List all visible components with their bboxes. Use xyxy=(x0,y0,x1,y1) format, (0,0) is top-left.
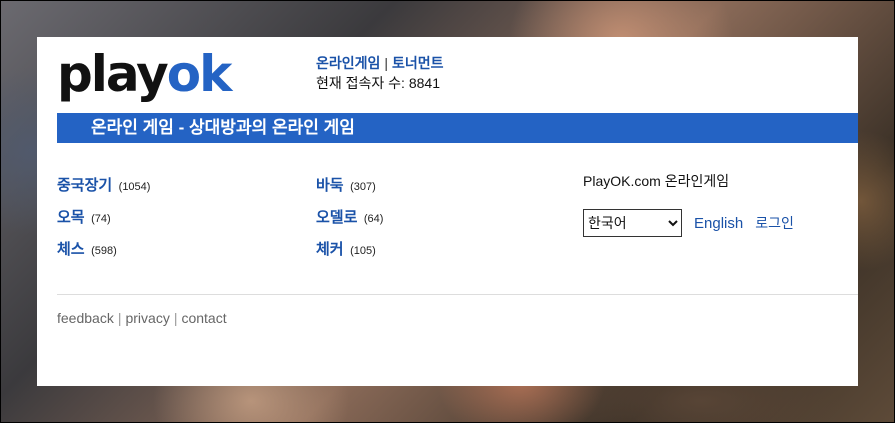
game-item: 체스 (598) xyxy=(57,238,150,270)
game-player-count: (307) xyxy=(350,181,376,193)
game-player-count: (1054) xyxy=(118,181,151,193)
game-player-count: (64) xyxy=(363,213,384,225)
header-links: 온라인게임 | 토너먼트 현재 접속자 수: 8841 xyxy=(316,53,444,93)
game-item: 바둑 (307) xyxy=(316,174,383,206)
game-link-go[interactable]: 바둑 xyxy=(316,177,344,194)
site-title: PlayOK.com 온라인게임 xyxy=(583,173,730,189)
logo-play-text: play xyxy=(57,45,169,103)
games-column-2: 바둑 (307) 오델로 (64) 체커 (105) xyxy=(316,174,383,270)
game-item: 오목 (74) xyxy=(57,206,150,238)
game-link-checkers[interactable]: 체커 xyxy=(316,241,344,258)
online-users-count: 현재 접속자 수: 8841 xyxy=(316,75,440,91)
game-link-xiangqi[interactable]: 중국장기 xyxy=(57,177,112,194)
game-item: 오델로 (64) xyxy=(316,206,383,238)
game-player-count: (105) xyxy=(350,245,376,257)
game-item: 체커 (105) xyxy=(316,238,383,270)
side-panel: PlayOK.com 온라인게임 한국어 English 로그인 xyxy=(583,171,794,237)
page-title-banner: 온라인 게임 - 상대방과의 온라인 게임 xyxy=(57,113,858,143)
feedback-link[interactable]: feedback xyxy=(57,310,114,326)
tournament-link[interactable]: 토너먼트 xyxy=(392,55,444,71)
language-controls: 한국어 English 로그인 xyxy=(583,209,794,237)
games-column-1: 중국장기 (1054) 오목 (74) 체스 (598) xyxy=(57,174,150,270)
logo-ok-text: ok xyxy=(166,45,233,103)
game-player-count: (598) xyxy=(91,245,117,257)
english-link[interactable]: English xyxy=(694,215,743,232)
footer-links: feedback | privacy | contact xyxy=(57,310,227,326)
page-title: 온라인 게임 - 상대방과의 온라인 게임 xyxy=(91,118,355,137)
footer-divider xyxy=(57,294,858,295)
game-link-reversi[interactable]: 오델로 xyxy=(316,209,357,226)
contact-link[interactable]: contact xyxy=(181,310,226,326)
footer-separator: | xyxy=(117,310,122,326)
language-select[interactable]: 한국어 xyxy=(583,209,682,237)
footer-separator: | xyxy=(173,310,178,326)
privacy-link[interactable]: privacy xyxy=(125,310,169,326)
login-link[interactable]: 로그인 xyxy=(755,213,794,233)
game-item: 중국장기 (1054) xyxy=(57,174,150,206)
link-separator: | xyxy=(384,55,389,71)
playok-logo[interactable]: playok xyxy=(57,49,232,99)
main-panel: playok 온라인게임 | 토너먼트 현재 접속자 수: 8841 온라인 게임 … xyxy=(37,37,858,386)
game-link-gomoku[interactable]: 오목 xyxy=(57,209,85,226)
game-link-chess[interactable]: 체스 xyxy=(57,241,85,258)
online-games-link[interactable]: 온라인게임 xyxy=(316,55,380,71)
game-player-count: (74) xyxy=(91,213,111,225)
